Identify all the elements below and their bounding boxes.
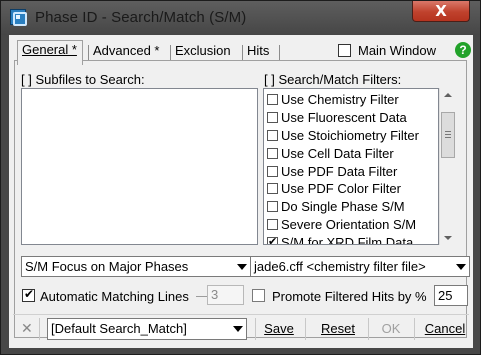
promote-hits-input[interactable]: 25 [434,285,468,306]
save-button-label: Save [264,321,294,336]
close-icon[interactable]: ✕ [21,319,35,337]
chevron-down-icon [456,264,466,270]
cancel-button[interactable]: Cancel [419,319,471,341]
save-button[interactable]: Save [259,319,299,341]
filter-label: Use PDF Data Filter [281,164,398,179]
filter-checkbox[interactable] [267,183,278,194]
chevron-down-icon [233,326,243,332]
auto-matching-checkbox[interactable]: ✔ [22,287,35,302]
promote-hits-label: Promote Filtered Hits by % [272,289,427,304]
preset-combo[interactable]: [Default Search_Match] [47,318,247,340]
ok-button[interactable]: OK [373,319,409,341]
tab-exclusion[interactable]: Exclusion [171,42,235,62]
subfiles-label: [ ] Subfiles to Search: [21,72,145,87]
ok-button-label: OK [381,321,401,336]
filter-label: Use Fluorescent Data [281,110,407,125]
filter-checkbox[interactable] [267,148,278,159]
filters-label: [ ] Search/Match Filters: [264,72,402,87]
chemistry-filter-combo[interactable]: jade6.cff <chemistry filter file> [250,256,470,277]
grip-line [445,131,451,132]
filters-listbox[interactable]: Use Chemistry Filter Use Fluorescent Dat… [263,88,439,245]
filter-checkbox[interactable] [267,94,278,105]
tab-general[interactable]: General * [17,40,83,65]
cancel-button-label: Cancel [424,321,466,336]
grip-line [445,137,451,138]
filters-scrollbar[interactable] [439,88,456,245]
reset-button[interactable]: Reset [315,319,361,341]
filter-label: Use Cell Data Filter [281,146,394,161]
tab-general-label: General * [22,42,77,57]
filter-checkbox[interactable] [267,166,278,177]
filter-checkbox[interactable] [267,130,278,141]
window-title: Phase ID - Search/Match (S/M) [35,9,247,26]
title-bar[interactable]: Phase ID - Search/Match (S/M) X [1,1,480,35]
filter-label: Use PDF Color Filter [281,181,401,196]
tab-exclusion-label: Exclusion [175,43,231,58]
divider [305,318,306,340]
chemistry-combo-value: jade6.cff <chemistry filter file> [254,259,426,274]
scroll-up-icon[interactable] [444,93,452,97]
dialog-client-area: General * Advanced * Exclusion Hits Main… [9,35,473,348]
divider [13,314,469,315]
filter-label: Use Stoichiometry Filter [281,128,419,143]
divider [368,318,369,340]
tab-hits-label: Hits [247,43,270,58]
tab-advanced-label: Advanced * [93,43,160,58]
auto-matching-label: Automatic Matching Lines [40,289,189,304]
scroll-down-icon[interactable] [444,236,452,240]
filter-checkbox[interactable] [267,219,278,230]
main-window-label: Main Window [358,43,437,58]
app-icon [10,9,27,26]
reset-button-label: Reset [321,321,355,336]
dialog-window: Phase ID - Search/Match (S/M) X General … [0,0,481,355]
help-icon[interactable]: ? [455,42,471,58]
check-icon: ✔ [24,287,35,301]
filter-label: Do Single Phase S/M [281,199,405,214]
tab-hits[interactable]: Hits [243,42,273,62]
scroll-thumb[interactable] [441,112,455,158]
focus-combo-value: S/M Focus on Major Phases [25,259,189,274]
filter-checkbox-checked[interactable]: ✔ [267,235,278,245]
divider [39,318,40,340]
focus-combo[interactable]: S/M Focus on Major Phases [21,256,251,277]
divider [414,318,415,340]
tab-advanced[interactable]: Advanced * [89,42,164,62]
filter-label: Severe Orientation S/M [281,217,417,232]
check-icon: ✔ [268,235,278,245]
preset-combo-value: [Default Search_Match] [51,321,187,336]
main-window-checkbox[interactable] [338,44,351,57]
filter-checkbox[interactable] [267,112,278,123]
filter-label: S/M for XRD Film Data [281,235,414,245]
promote-hits-checkbox[interactable] [252,289,265,302]
window-close-button[interactable]: X [412,1,470,22]
grip-line [445,134,451,135]
subfiles-listbox[interactable] [21,88,258,245]
tab-separator [279,45,280,61]
chevron-down-icon [237,264,247,270]
divider [255,318,256,340]
matching-lines-input[interactable]: 3 [207,285,244,305]
filter-label: Use Chemistry Filter [281,92,399,107]
filter-checkbox[interactable] [267,201,278,212]
